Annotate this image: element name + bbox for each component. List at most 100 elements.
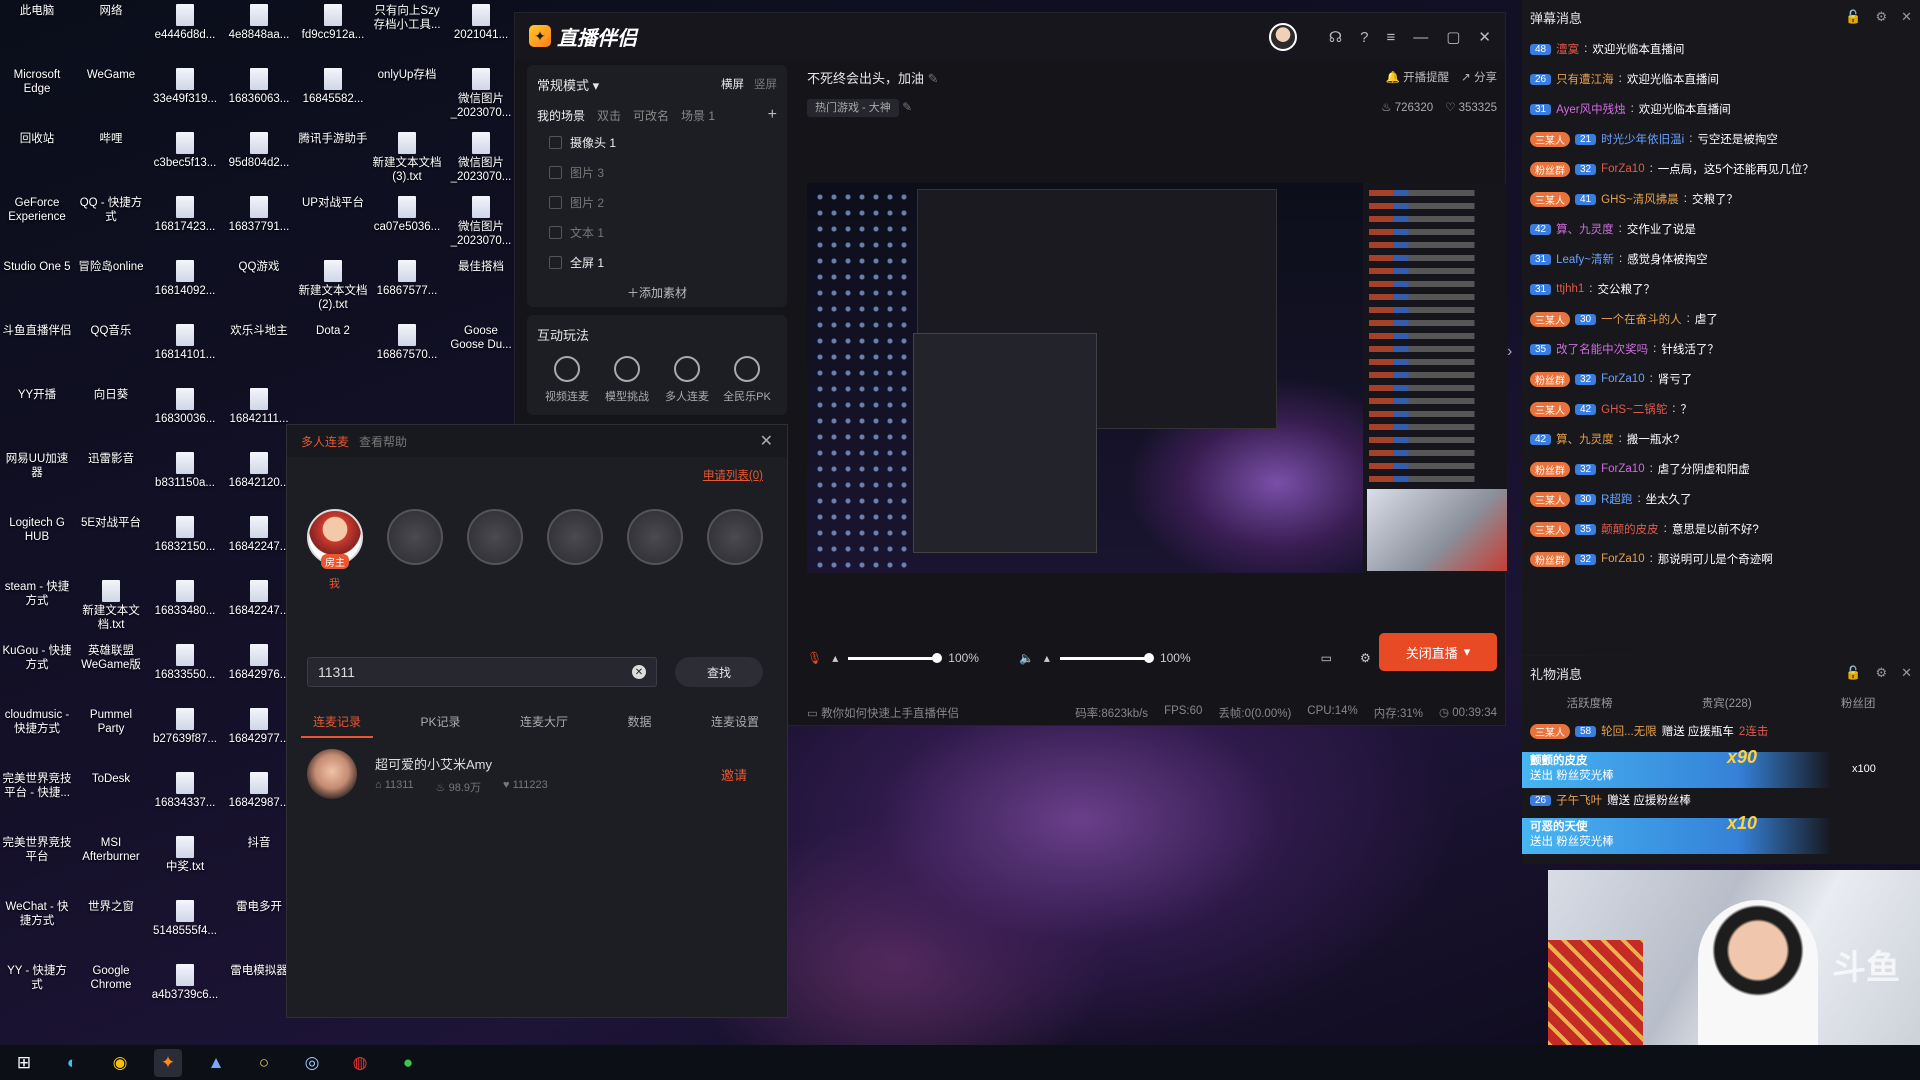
source-visibility-icon[interactable] — [549, 255, 562, 269]
mic-volume-slider[interactable] — [848, 652, 943, 663]
search-input[interactable]: 11311 ✕ — [307, 657, 657, 687]
desktop-icon[interactable]: ◆MSI Afterburner — [74, 12, 540, 900]
desktop-icon[interactable]: ◆steam - 快捷方式 — [0, 12, 540, 644]
desktop-icon[interactable]: ◆抖音 — [222, 12, 540, 900]
source-item[interactable]: 图片 3 — [527, 157, 787, 187]
desktop-icon[interactable]: ◆此电脑 — [0, 4, 540, 68]
desktop-icon[interactable]: 新建文本文档(3).txt — [370, 132, 444, 196]
tab-link-hall[interactable]: 连麦大厅 — [508, 707, 580, 738]
menu-icon[interactable]: ≡ — [1386, 29, 1395, 46]
desktop-icon[interactable]: 16842120... — [222, 452, 296, 516]
stream-preview[interactable] — [807, 183, 1507, 573]
desktop-icon[interactable]: ◆冒险岛online — [74, 12, 540, 324]
close-icon[interactable]: ✕ — [1901, 665, 1912, 681]
desktop-icon[interactable]: ◆YY - 快捷方式 — [0, 12, 540, 1028]
desktop-icon[interactable]: ◆UP对战平台 — [296, 12, 540, 260]
speaker-volume-slider[interactable] — [1059, 652, 1154, 663]
video-link-button[interactable]: 视频连麦 — [537, 356, 597, 404]
tutorial-link[interactable]: ▭ 教你如何快速上手直播伴侣 — [807, 705, 959, 721]
edit-icon[interactable]: ✎ — [928, 71, 939, 86]
desktop-icon[interactable]: 16842987... — [222, 772, 296, 836]
desktop-icon[interactable]: 16836063... — [222, 68, 296, 132]
desktop-icon[interactable]: ◆onlyUp存档 — [370, 12, 540, 132]
wechat-icon[interactable]: ● — [394, 1049, 422, 1077]
desktop-icon[interactable]: ◆世界之窗 — [74, 12, 540, 964]
desktop-icon[interactable]: 16834337... — [148, 772, 222, 836]
desktop-icon[interactable]: 新建文本文档(2).txt — [296, 260, 370, 324]
source-item[interactable]: 图片 2 — [527, 187, 787, 217]
empty-seat[interactable] — [627, 509, 683, 565]
empty-seat[interactable] — [467, 509, 523, 565]
tab-my-scene[interactable]: 我的场景 — [537, 107, 585, 124]
desktop-icon[interactable]: a4b3739c6... — [148, 964, 222, 1028]
desktop-icon[interactable]: 微信图片_2023070... — [444, 196, 518, 260]
desktop-icon[interactable]: 2021041... — [444, 4, 518, 68]
desktop-icon[interactable]: fd9cc912a... — [296, 4, 370, 68]
reminder-button[interactable]: 🔔 开播提醒 — [1386, 69, 1450, 85]
microphone-icon[interactable]: 🎙 — [807, 651, 822, 665]
netease-icon[interactable]: ◍ — [346, 1049, 374, 1077]
desktop-icon[interactable]: b831150a... — [148, 452, 222, 516]
landscape-toggle[interactable]: 横屏 — [721, 76, 744, 92]
category-tag[interactable]: 热门游戏 - 大神 — [807, 99, 899, 117]
desktop-icon[interactable]: 16867570... — [370, 324, 444, 388]
mode-select[interactable]: 常规模式 ▾ — [537, 75, 599, 94]
chrome-icon[interactable]: ◉ — [106, 1049, 134, 1077]
close-icon[interactable]: ✕ — [1901, 9, 1912, 25]
desktop-icon[interactable]: ◆GeForce Experience — [0, 12, 540, 260]
user-avatar[interactable] — [1268, 23, 1297, 51]
end-live-button[interactable]: 关闭直播 ▾ — [1379, 633, 1497, 671]
desktop-icon[interactable]: 16833480... — [148, 580, 222, 644]
douyu-icon[interactable]: ✦ — [154, 1048, 182, 1077]
desktop-icon[interactable]: ca07e5036... — [370, 196, 444, 260]
desktop-icon[interactable]: ◆雷电多开 — [222, 12, 540, 964]
desktop-icon[interactable]: 16842247... — [222, 516, 296, 580]
help-icon[interactable]: ? — [1360, 29, 1368, 46]
desktop-icon[interactable]: 16845582... — [296, 68, 370, 132]
tab-fan-club[interactable]: 粉丝团 — [1841, 695, 1876, 711]
minimize-icon[interactable]: — — [1413, 29, 1428, 46]
tab-rename[interactable]: 可改名 — [633, 107, 669, 124]
edit-category-icon[interactable]: ✎ — [902, 100, 912, 114]
desktop-icon[interactable]: 4e8848aa... — [222, 4, 296, 68]
gear-icon[interactable]: ⚙ — [1875, 9, 1887, 25]
desktop-icon[interactable]: ◆Microsoft Edge — [0, 12, 540, 132]
model-challenge-button[interactable]: 模型挑战 — [597, 356, 657, 404]
add-source-button[interactable]: ＋ 添加素材 — [527, 277, 787, 307]
source-visibility-icon[interactable] — [549, 225, 562, 239]
desktop-icon[interactable]: 16817423... — [148, 196, 222, 260]
source-visibility-icon[interactable] — [549, 135, 562, 149]
lock-icon[interactable]: 🔓 — [1845, 9, 1861, 25]
tab-scene-1[interactable]: 场景 1 — [681, 107, 715, 124]
desktop-icon[interactable]: ◆欢乐斗地主 — [222, 12, 540, 388]
desktop-icon[interactable]: 新建文本文档.txt — [74, 580, 148, 644]
desktop-icon[interactable]: 33e49f319... — [148, 68, 222, 132]
source-item[interactable]: 摄像头 1 — [527, 127, 787, 157]
desktop-icon[interactable]: ◆向日葵 — [74, 12, 540, 452]
desktop-icon[interactable]: 16833550... — [148, 644, 222, 708]
desktop-icon[interactable]: 16830036... — [148, 388, 222, 452]
tab-pk-history[interactable]: PK记录 — [408, 707, 472, 738]
desktop-icon[interactable]: ◆完美世界竞技平台 - 快捷... — [0, 12, 540, 836]
collapse-chevron-icon[interactable]: › — [1507, 343, 1512, 361]
desktop-icon[interactable]: ◆5E对战平台 — [74, 12, 540, 580]
desktop-icon[interactable]: ◆WeGame — [74, 12, 540, 132]
desktop-icon[interactable]: 中奖.txt — [148, 836, 222, 900]
obs-icon[interactable]: ▲ — [202, 1049, 230, 1077]
desktop-icon[interactable]: 16867577... — [370, 260, 444, 324]
source-item[interactable]: 全屏 1 — [527, 247, 787, 277]
gear-icon[interactable]: ⚙ — [1875, 665, 1887, 681]
desktop-icon[interactable]: b27639f87... — [148, 708, 222, 772]
desktop-icon[interactable]: ◆只有向上Szy存档小工具... — [370, 4, 540, 68]
desktop-icon[interactable]: 16837791... — [222, 196, 296, 260]
pk-button[interactable]: 全民乐PK — [717, 356, 777, 404]
desktop-icon[interactable]: ◆Pummel Party — [74, 12, 540, 772]
desktop-icon[interactable]: ◆网络 — [74, 4, 540, 68]
dialog-close-icon[interactable]: ✕ — [760, 431, 773, 451]
desktop-icon[interactable]: c3bec5f13... — [148, 132, 222, 196]
portrait-toggle[interactable]: 竖屏 — [754, 76, 777, 92]
desktop-icon[interactable]: ◆Dota 2 — [296, 12, 540, 388]
edge-icon[interactable]: ◐ — [58, 1049, 86, 1077]
desktop-icon[interactable]: ◆Goose Goose Du... — [444, 12, 540, 388]
desktop-icon[interactable]: ◆英雄联盟WeGame版 — [74, 12, 540, 708]
